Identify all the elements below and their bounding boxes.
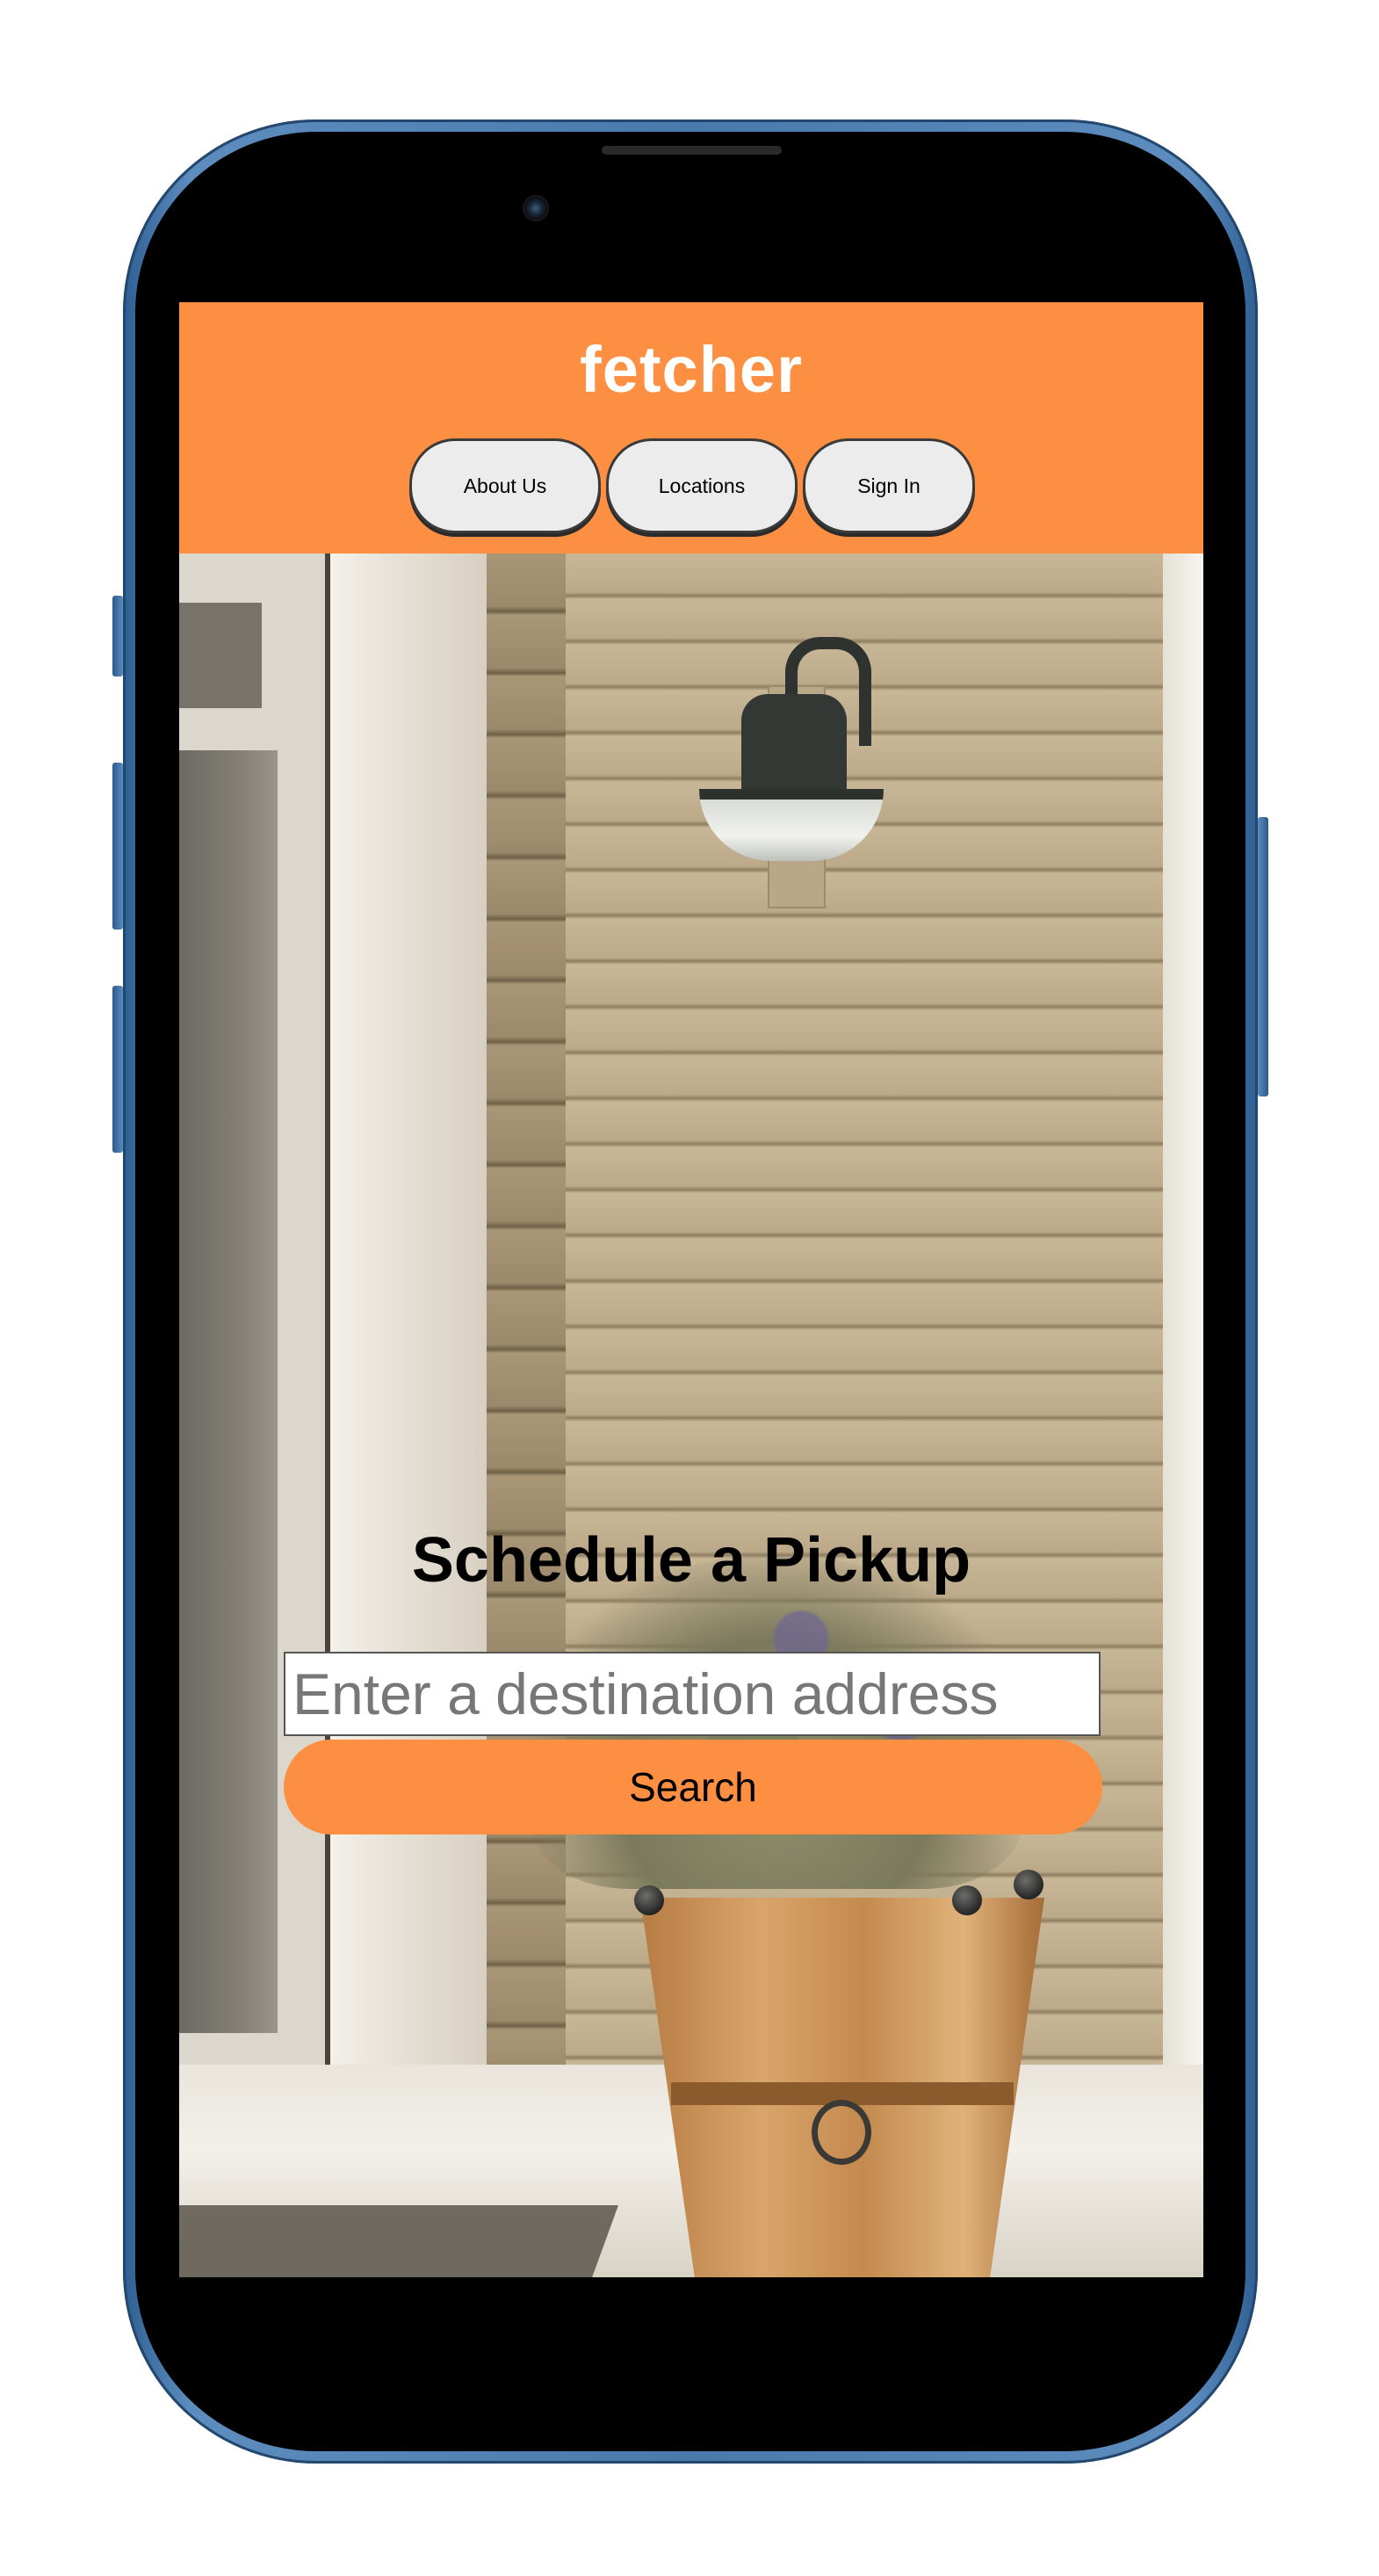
planter-finial — [634, 1885, 664, 1915]
brand-logo[interactable]: fetcher — [179, 337, 1203, 402]
background-door-glass — [179, 750, 278, 2033]
volume-down-button — [112, 986, 123, 1153]
about-us-button[interactable]: About Us — [409, 438, 601, 533]
locations-button[interactable]: Locations — [606, 438, 798, 533]
volume-up-button — [112, 763, 123, 930]
planter-finial — [1014, 1870, 1043, 1899]
background-trim-right — [1163, 554, 1203, 2100]
background-trim — [330, 554, 487, 2277]
hero-section: Schedule a Pickup Search — [179, 554, 1203, 2277]
silent-switch — [112, 596, 123, 677]
phone-screen: fetcher About Us Locations Sign In Sched… — [179, 302, 1203, 2277]
background-step-shadow — [179, 2205, 619, 2277]
camera-icon — [524, 197, 547, 220]
page-title: Schedule a Pickup — [411, 1525, 971, 1596]
background-door-window — [179, 603, 262, 708]
power-button — [1258, 817, 1268, 1096]
destination-address-input[interactable] — [284, 1652, 1101, 1736]
search-button[interactable]: Search — [284, 1740, 1102, 1834]
planter-finial — [952, 1885, 982, 1915]
site-header: fetcher About Us Locations Sign In — [179, 302, 1203, 554]
speaker-icon — [602, 146, 782, 155]
planter-ring-handle — [812, 2100, 871, 2165]
sign-in-button[interactable]: Sign In — [803, 438, 975, 533]
page: fetcher About Us Locations Sign In Sched… — [0, 0, 1379, 2576]
